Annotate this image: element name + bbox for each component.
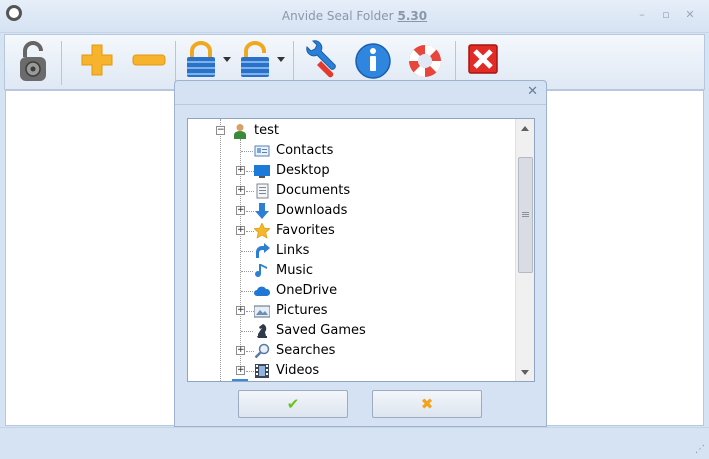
expand-toggle[interactable]: + bbox=[236, 346, 245, 355]
tree-node-label: Desktop bbox=[276, 163, 330, 178]
tree-scrollbar[interactable] bbox=[515, 119, 534, 381]
minimize-button[interactable]: – bbox=[634, 8, 650, 22]
ok-button[interactable]: ✔ bbox=[238, 390, 348, 418]
tree-node-favorites[interactable]: + Favorites bbox=[188, 221, 514, 241]
tree-node-downloads[interactable]: + Downloads bbox=[188, 201, 514, 221]
tree-node-contacts[interactable]: Contacts bbox=[188, 141, 514, 161]
plus-icon bbox=[81, 44, 113, 76]
partial-tree-node-icon bbox=[232, 379, 248, 381]
tree-node-pictures[interactable]: + Pictures bbox=[188, 301, 514, 321]
star-icon bbox=[254, 223, 270, 239]
tree-node-label: Saved Games bbox=[276, 323, 366, 338]
restore-button[interactable]: ▫ bbox=[658, 8, 674, 22]
tree-node-label: Contacts bbox=[276, 143, 334, 158]
tree-node-label: test bbox=[254, 123, 279, 138]
tree-node-searches[interactable]: + Searches bbox=[188, 341, 514, 361]
tree-node-label: Favorites bbox=[276, 223, 335, 238]
tree-node-label: Documents bbox=[276, 183, 351, 198]
scroll-down-arrow[interactable] bbox=[521, 370, 529, 375]
music-note-icon bbox=[255, 264, 267, 278]
scroll-thumb[interactable] bbox=[518, 157, 533, 273]
expand-toggle[interactable]: + bbox=[236, 306, 245, 315]
tree-node-label: Downloads bbox=[276, 203, 348, 218]
tree-node-label: OneDrive bbox=[276, 283, 338, 298]
lock-open-icon bbox=[241, 41, 269, 77]
browse-folder-dialog: ✕ − test Contacts + Desktop + Documents … bbox=[174, 80, 547, 427]
settings-button[interactable] bbox=[301, 39, 341, 85]
tree-node-label: Searches bbox=[276, 343, 336, 358]
chess-knight-icon bbox=[257, 324, 267, 338]
download-arrow-icon bbox=[255, 203, 269, 219]
tree-node-label: Pictures bbox=[276, 303, 328, 318]
tree-node-videos[interactable]: + Videos bbox=[188, 361, 514, 381]
info-icon bbox=[355, 43, 391, 79]
lock-closed-icon bbox=[187, 41, 215, 77]
contacts-icon bbox=[254, 145, 270, 157]
expand-toggle[interactable]: + bbox=[236, 366, 245, 375]
user-icon bbox=[234, 124, 246, 139]
lock-dropdown-arrow[interactable] bbox=[223, 57, 231, 62]
tree-node-saved-games[interactable]: Saved Games bbox=[188, 321, 514, 341]
tree-node-label: Links bbox=[276, 243, 310, 258]
about-button[interactable] bbox=[353, 39, 393, 85]
tree-node-music[interactable]: Music bbox=[188, 261, 514, 281]
help-button[interactable] bbox=[405, 39, 445, 85]
title-bar: Anvide Seal Folder 5.30 – ▫ ✕ bbox=[0, 0, 709, 33]
collapse-toggle[interactable]: − bbox=[216, 126, 225, 135]
wrench-icon bbox=[306, 40, 336, 78]
tree-node-documents[interactable]: + Documents bbox=[188, 181, 514, 201]
expand-toggle[interactable]: + bbox=[236, 226, 245, 235]
tree-node-links[interactable]: Links bbox=[188, 241, 514, 261]
expand-toggle[interactable]: + bbox=[236, 186, 245, 195]
remove-folder-button[interactable] bbox=[129, 39, 169, 85]
lifebuoy-icon bbox=[409, 45, 441, 77]
cloud-icon bbox=[254, 286, 270, 296]
unlock-dropdown-arrow[interactable] bbox=[277, 57, 285, 62]
status-bar: ⋰ bbox=[0, 427, 709, 459]
minus-icon bbox=[132, 54, 166, 66]
lock-folder-button[interactable] bbox=[183, 39, 223, 85]
pictures-icon bbox=[254, 305, 270, 318]
close-window-button[interactable]: ✕ bbox=[682, 8, 698, 22]
film-icon bbox=[255, 364, 269, 378]
padlock-dial-icon bbox=[20, 41, 46, 81]
window-title: Anvide Seal Folder 5.30 bbox=[0, 9, 709, 23]
cancel-button[interactable]: ✖ bbox=[372, 390, 482, 418]
expand-toggle[interactable]: + bbox=[236, 166, 245, 175]
app-version[interactable]: 5.30 bbox=[398, 9, 428, 23]
add-folder-button[interactable] bbox=[77, 39, 117, 85]
app-name: Anvide Seal Folder bbox=[281, 9, 394, 23]
documents-icon bbox=[256, 183, 269, 199]
desktop-icon bbox=[254, 165, 270, 178]
expand-toggle[interactable]: + bbox=[236, 206, 245, 215]
dialog-close-button[interactable]: ✕ bbox=[527, 84, 538, 99]
tree-node-onedrive[interactable]: OneDrive bbox=[188, 281, 514, 301]
resize-grip-icon[interactable]: ⋰ bbox=[695, 444, 705, 455]
tree-node-desktop[interactable]: + Desktop bbox=[188, 161, 514, 181]
scroll-up-arrow[interactable] bbox=[521, 126, 529, 131]
close-square-icon bbox=[468, 44, 498, 74]
lock-status-button[interactable] bbox=[13, 39, 53, 85]
dialog-title-bar: ✕ bbox=[175, 81, 546, 105]
tree-node-test[interactable]: − test bbox=[188, 121, 514, 141]
exit-button[interactable] bbox=[463, 39, 503, 85]
unlock-folder-button[interactable] bbox=[237, 39, 277, 85]
magnifier-icon bbox=[254, 343, 270, 359]
tree-node-label: Videos bbox=[276, 363, 320, 378]
folder-tree[interactable]: − test Contacts + Desktop + Documents + … bbox=[187, 118, 535, 382]
tree-node-label: Music bbox=[276, 263, 313, 278]
link-arrow-icon bbox=[256, 243, 270, 258]
